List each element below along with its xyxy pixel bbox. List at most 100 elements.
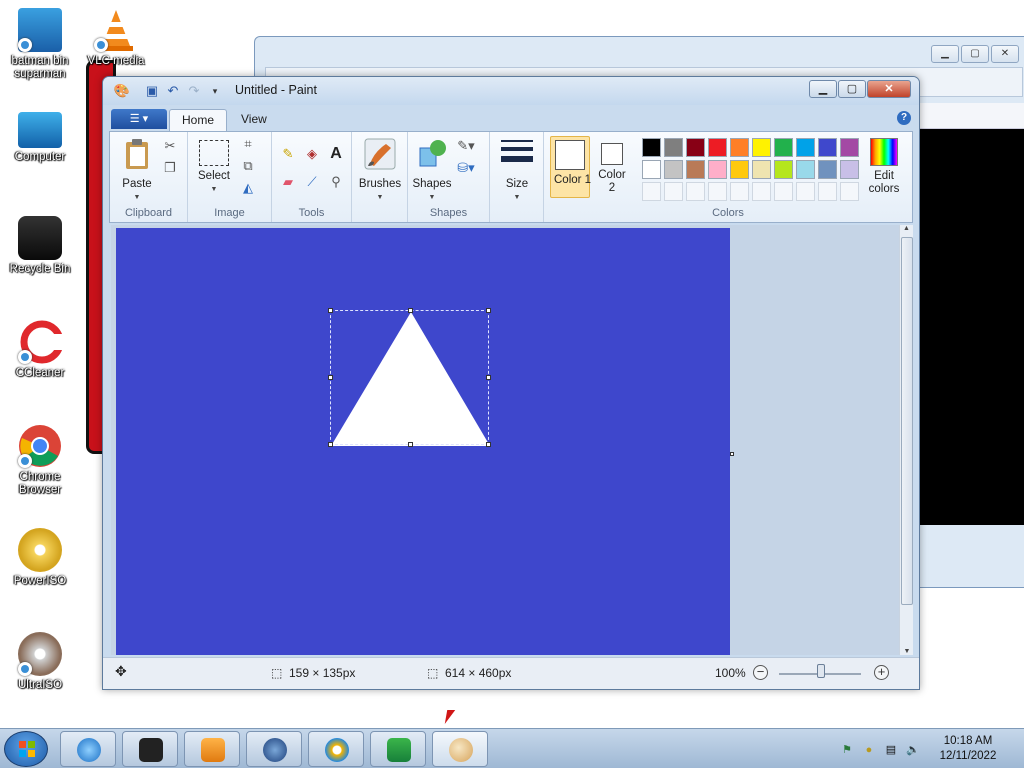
desktop-icon-ccleaner[interactable]: CCleaner: [2, 320, 78, 380]
tray-app-icon[interactable]: ●: [862, 743, 876, 757]
undo-icon[interactable]: ↶: [164, 82, 182, 100]
color-picker-icon[interactable]: ⟋: [302, 172, 322, 192]
redo-icon[interactable]: ↷: [185, 82, 203, 100]
selection-box[interactable]: [328, 308, 491, 447]
color1-button[interactable]: Color 1: [550, 136, 591, 198]
resize-handle[interactable]: [408, 442, 413, 447]
zoom-out-button[interactable]: −: [753, 665, 768, 680]
palette-swatch[interactable]: [752, 138, 771, 157]
taskbar-app-browser[interactable]: [308, 731, 364, 767]
palette-swatch[interactable]: [752, 160, 771, 179]
canvas-area[interactable]: [111, 225, 899, 655]
desktop-icon-chrome[interactable]: Chrome Browser: [2, 424, 78, 497]
scroll-down-icon[interactable]: ▼: [900, 648, 914, 655]
color2-button[interactable]: Color 2: [594, 139, 630, 195]
paint-window[interactable]: 🎨 ▣ ↶ ↷ ▾ Untitled - Paint ▁ ▢ ✕ ☰ ▾ Hom…: [102, 76, 920, 690]
paste-button[interactable]: Paste ▼: [116, 138, 158, 204]
clock[interactable]: 10:18 AM 12/11/2022: [928, 735, 1008, 762]
palette-swatch[interactable]: [664, 138, 683, 157]
rotate-icon[interactable]: ◭: [238, 178, 258, 198]
resize-handle[interactable]: [408, 308, 413, 313]
copy-icon[interactable]: ❐: [160, 158, 180, 178]
save-icon[interactable]: ▣: [143, 82, 161, 100]
palette-swatch[interactable]: [774, 138, 793, 157]
taskbar-app-arrow[interactable]: [370, 731, 426, 767]
pencil-icon[interactable]: ✎: [278, 144, 298, 164]
palette-swatch[interactable]: [730, 138, 749, 157]
palette-swatch[interactable]: [708, 160, 727, 179]
taskbar-media-player[interactable]: [184, 731, 240, 767]
palette-swatch[interactable]: [840, 160, 859, 179]
close-button[interactable]: ✕: [867, 80, 911, 98]
title-bar[interactable]: 🎨 ▣ ↶ ↷ ▾ Untitled - Paint ▁ ▢ ✕: [103, 77, 919, 105]
desktop-icon-vlc[interactable]: VLC media: [78, 8, 154, 68]
taskbar-app-monitor[interactable]: [122, 731, 178, 767]
custom-color-slot[interactable]: [840, 182, 859, 201]
network-icon[interactable]: ▤: [884, 743, 898, 757]
palette-swatch[interactable]: [796, 138, 815, 157]
close-button[interactable]: ✕: [991, 45, 1019, 63]
help-icon[interactable]: ?: [897, 111, 911, 125]
file-menu-button[interactable]: ☰ ▾: [111, 109, 167, 129]
customize-qat-icon[interactable]: ▾: [206, 82, 224, 100]
zoom-in-button[interactable]: +: [874, 665, 889, 680]
palette-swatch[interactable]: [840, 138, 859, 157]
palette-swatch[interactable]: [818, 138, 837, 157]
minimize-button[interactable]: ▁: [809, 80, 837, 98]
palette-swatch[interactable]: [730, 160, 749, 179]
custom-color-slot[interactable]: [752, 182, 771, 201]
resize-handle[interactable]: [328, 375, 333, 380]
palette-swatch[interactable]: [664, 160, 683, 179]
fill-icon[interactable]: ◈: [302, 144, 322, 164]
palette-swatch[interactable]: [708, 138, 727, 157]
custom-color-slot[interactable]: [642, 182, 661, 201]
select-button[interactable]: Select ▼: [194, 138, 234, 196]
taskbar-app-globe[interactable]: [246, 731, 302, 767]
scroll-thumb[interactable]: [901, 237, 913, 605]
palette-swatch[interactable]: [796, 160, 815, 179]
tab-home[interactable]: Home: [169, 109, 228, 131]
magnifier-icon[interactable]: ⚲: [326, 172, 346, 192]
tab-view[interactable]: View: [229, 109, 279, 131]
minimize-button[interactable]: ▁: [931, 45, 959, 63]
resize-icon[interactable]: ⧉: [238, 156, 258, 176]
action-center-icon[interactable]: ⚑: [840, 743, 854, 757]
maximize-button[interactable]: ▢: [838, 80, 866, 98]
taskbar-paint[interactable]: [432, 731, 488, 767]
desktop-icon-computer[interactable]: Computer: [2, 112, 78, 164]
zoom-slider-thumb[interactable]: [817, 664, 825, 678]
palette-swatch[interactable]: [642, 160, 661, 179]
outline-icon[interactable]: ✎▾: [456, 136, 476, 156]
scroll-up-icon[interactable]: ▲: [900, 225, 913, 232]
desktop-icon-ultraiso[interactable]: UltraISO: [2, 632, 78, 692]
paint-app-icon[interactable]: 🎨: [113, 82, 131, 100]
desktop-icon-poweriso[interactable]: PowerISO: [2, 528, 78, 588]
resize-handle[interactable]: [328, 442, 333, 447]
text-tool-icon[interactable]: A: [326, 144, 346, 164]
crop-icon[interactable]: ⌗: [238, 134, 258, 154]
maximize-button[interactable]: ▢: [961, 45, 989, 63]
desktop-icon-batman[interactable]: batman bin suparman: [2, 8, 78, 81]
resize-handle[interactable]: [486, 375, 491, 380]
palette-swatch[interactable]: [818, 160, 837, 179]
resize-handle[interactable]: [486, 442, 491, 447]
desktop-icon-recycle-bin[interactable]: Recycle Bin: [2, 216, 78, 276]
start-button[interactable]: [4, 731, 48, 767]
cut-icon[interactable]: ✂: [160, 136, 180, 156]
custom-color-slot[interactable]: [818, 182, 837, 201]
resize-handle[interactable]: [328, 308, 333, 313]
fill-shape-icon[interactable]: ⛁▾: [456, 158, 476, 178]
custom-color-slot[interactable]: [686, 182, 705, 201]
custom-color-slot[interactable]: [730, 182, 749, 201]
resize-handle[interactable]: [486, 308, 491, 313]
custom-color-slot[interactable]: [664, 182, 683, 201]
palette-swatch[interactable]: [686, 138, 705, 157]
drawing-canvas[interactable]: [116, 228, 730, 655]
palette-swatch[interactable]: [642, 138, 661, 157]
volume-icon[interactable]: 🔈: [906, 743, 920, 757]
palette-swatch[interactable]: [774, 160, 793, 179]
canvas-resize-handle[interactable]: [730, 452, 734, 456]
brushes-button[interactable]: Brushes ▼: [356, 138, 404, 204]
custom-color-slot[interactable]: [774, 182, 793, 201]
palette-swatch[interactable]: [686, 160, 705, 179]
